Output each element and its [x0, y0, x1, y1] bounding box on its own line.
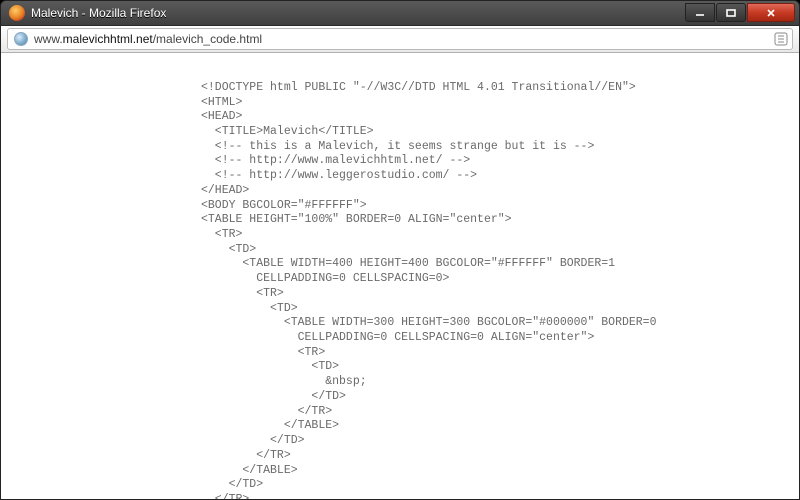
firefox-icon	[9, 5, 25, 21]
url-prefix: www.	[34, 32, 63, 46]
page-content: <!DOCTYPE html PUBLIC "-//W3C//DTD HTML …	[1, 53, 799, 499]
url-path: /malevich_code.html	[153, 32, 262, 46]
window-title: Malevich - Mozilla Firefox	[31, 6, 684, 20]
browser-window: Malevich - Mozilla Firefox www.malevichh…	[0, 0, 800, 500]
url-domain: malevichhtml.net	[63, 32, 153, 46]
site-identity-icon[interactable]	[14, 32, 28, 46]
reader-view-icon[interactable]	[774, 32, 788, 46]
navigation-toolbar: www.malevichhtml.net/malevich_code.html	[1, 26, 799, 53]
address-bar[interactable]: www.malevichhtml.net/malevich_code.html	[7, 28, 793, 50]
minimize-button[interactable]	[685, 3, 715, 22]
close-button[interactable]	[747, 3, 795, 22]
window-controls	[684, 3, 795, 22]
maximize-button[interactable]	[716, 3, 746, 22]
window-titlebar[interactable]: Malevich - Mozilla Firefox	[1, 1, 799, 26]
url-text: www.malevichhtml.net/malevich_code.html	[34, 32, 262, 46]
source-code-display: <!DOCTYPE html PUBLIC "-//W3C//DTD HTML …	[201, 81, 799, 499]
